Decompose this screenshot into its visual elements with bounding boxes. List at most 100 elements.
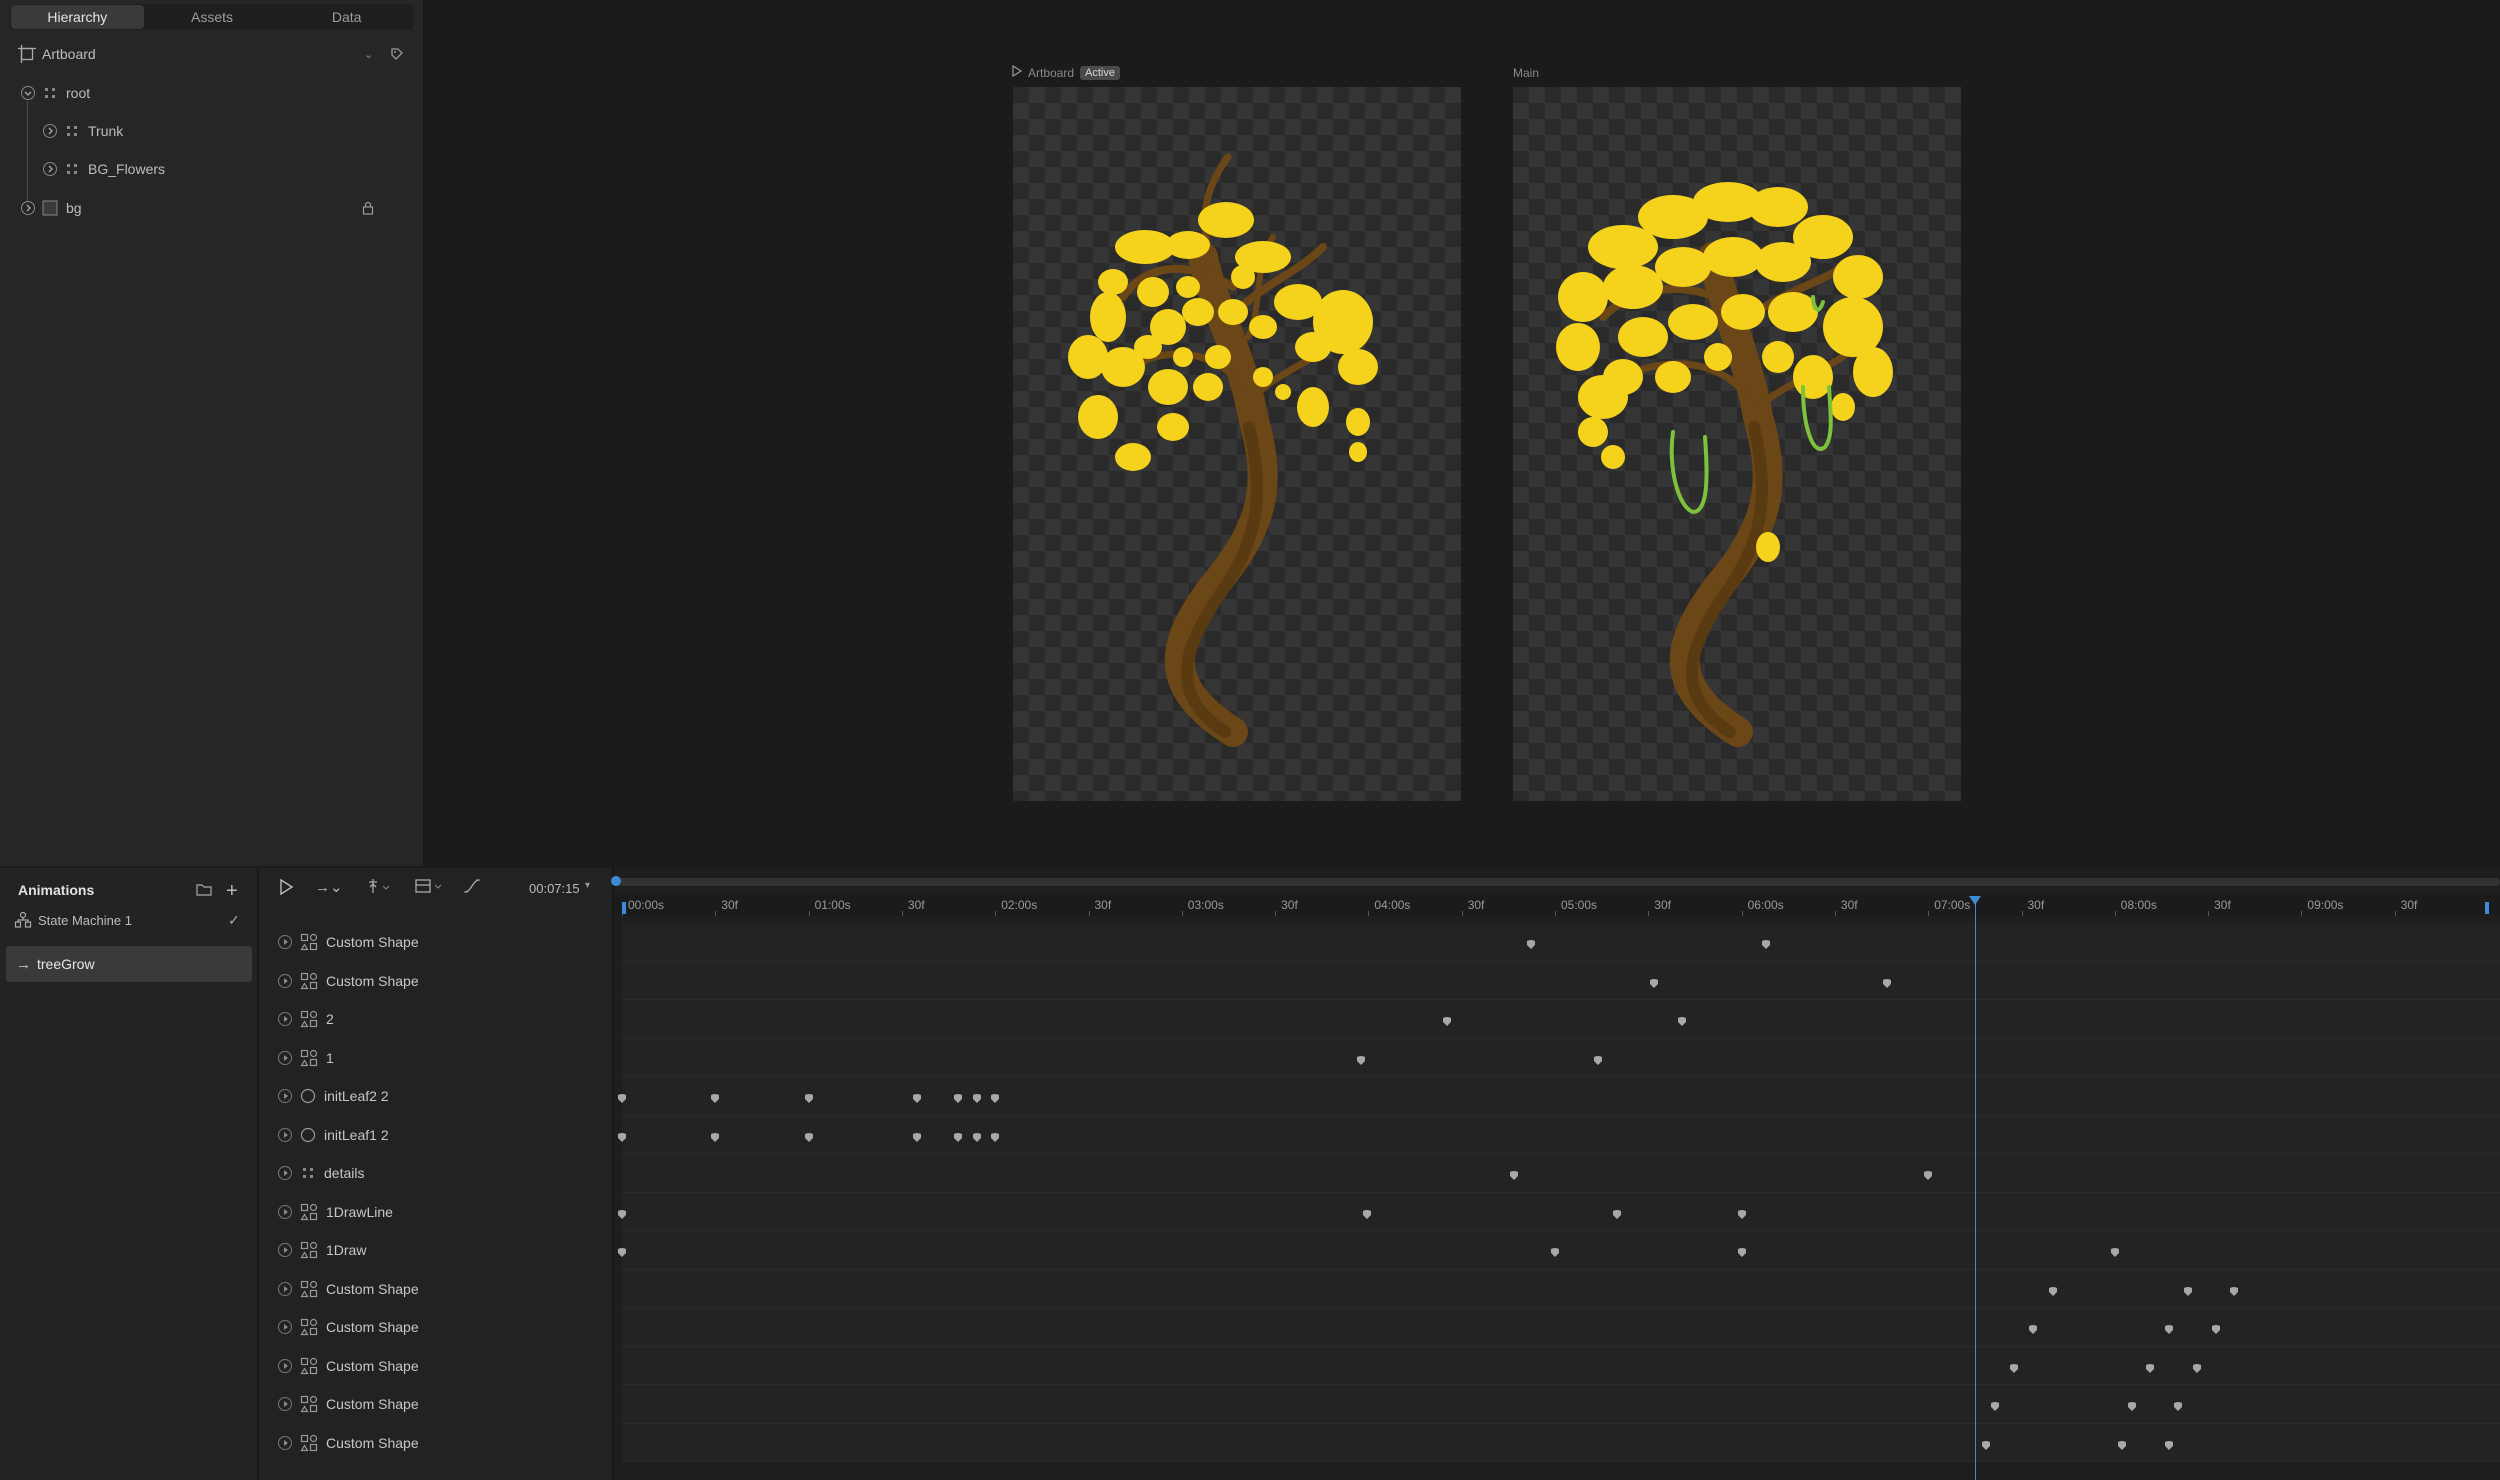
- keyframe[interactable]: [1442, 1014, 1452, 1026]
- time-ruler[interactable]: 00:00s 30f 01:00s 30f 02:00s 30f 03:00s 30f 04:0…: [614, 894, 2500, 916]
- keyframe[interactable]: [1550, 1245, 1560, 1257]
- layer-row[interactable]: Custom Shape: [259, 1385, 613, 1424]
- keyframe-track[interactable]: [622, 1000, 2500, 1039]
- expand-toggle-icon[interactable]: [278, 1204, 292, 1219]
- expand-toggle-icon[interactable]: [278, 1166, 292, 1181]
- collapse-toggle-icon[interactable]: [20, 85, 36, 101]
- keyframe[interactable]: [710, 1130, 720, 1142]
- keyframe[interactable]: [1526, 937, 1536, 949]
- layer-row[interactable]: Custom Shape: [259, 1347, 613, 1386]
- layer-row[interactable]: Custom Shape: [259, 923, 613, 962]
- layer-row[interactable]: 1Draw: [259, 1231, 613, 1270]
- hierarchy-node-bg[interactable]: bg: [20, 196, 380, 220]
- keyframe-track[interactable]: [622, 1154, 2500, 1193]
- keyframe-track[interactable]: [618, 1192, 2500, 1231]
- keyframe[interactable]: [1677, 1014, 1687, 1026]
- expand-toggle-icon[interactable]: [278, 1127, 292, 1142]
- layer-row[interactable]: Custom Shape: [259, 1308, 613, 1347]
- keyframe[interactable]: [972, 1091, 982, 1103]
- artboard-row[interactable]: Artboard ⌄: [18, 42, 418, 66]
- artboard-title-1[interactable]: Artboard Active: [1012, 64, 1120, 80]
- keyframe-track[interactable]: [618, 1231, 2500, 1270]
- keyframe[interactable]: [990, 1130, 1000, 1142]
- layer-row[interactable]: 1DrawLine: [259, 1193, 613, 1232]
- play-icon[interactable]: [279, 879, 293, 895]
- keyframe[interactable]: [2164, 1322, 2174, 1334]
- hierarchy-node-trunk[interactable]: Trunk: [42, 119, 123, 143]
- artboard-preview-2[interactable]: [1513, 87, 1961, 801]
- expand-toggle-icon[interactable]: [278, 1320, 292, 1335]
- stage-canvas[interactable]: Artboard Active Main: [425, 0, 2500, 866]
- layer-row[interactable]: Custom Shape: [259, 1424, 613, 1463]
- keyframe-track[interactable]: [622, 1308, 2500, 1347]
- add-animation-icon[interactable]: +: [226, 880, 238, 903]
- expand-toggle-icon[interactable]: [278, 1050, 292, 1065]
- keyframe[interactable]: [2173, 1399, 2183, 1411]
- loop-mode-icon[interactable]: →⌄: [315, 878, 343, 896]
- expand-toggle-icon[interactable]: [278, 935, 292, 950]
- keyframe[interactable]: [972, 1130, 982, 1142]
- keyframe[interactable]: [990, 1091, 1000, 1103]
- keyframe[interactable]: [2028, 1322, 2038, 1334]
- keyframe[interactable]: [804, 1130, 814, 1142]
- keyframe[interactable]: [1882, 976, 1892, 988]
- tab-data[interactable]: Data: [280, 5, 413, 29]
- expand-toggle-icon[interactable]: [278, 1281, 292, 1296]
- keyframe-track[interactable]: [622, 1423, 2500, 1462]
- keyframe-track[interactable]: [622, 1038, 2500, 1077]
- tab-hierarchy[interactable]: Hierarchy: [11, 5, 144, 29]
- keyframe-track[interactable]: [622, 1385, 2500, 1424]
- snap-icon[interactable]: [367, 878, 391, 894]
- layer-row[interactable]: Custom Shape: [259, 962, 613, 1001]
- expand-toggle-icon[interactable]: [278, 1012, 292, 1027]
- layer-row[interactable]: initLeaf2 2: [259, 1077, 613, 1116]
- expand-toggle-icon[interactable]: [278, 1435, 292, 1450]
- chevron-down-icon[interactable]: ⌄: [364, 48, 373, 61]
- tag-icon[interactable]: [390, 47, 404, 61]
- layer-row[interactable]: details: [259, 1154, 613, 1193]
- expand-toggle-icon[interactable]: [278, 1089, 292, 1104]
- chevron-down-icon[interactable]: ▾: [585, 880, 590, 891]
- state-machine-item[interactable]: State Machine 1 ✓: [14, 908, 252, 932]
- keyframe[interactable]: [617, 1091, 627, 1103]
- playhead-handle[interactable]: [1968, 896, 1981, 905]
- keyframe[interactable]: [912, 1091, 922, 1103]
- expand-toggle-icon[interactable]: [278, 973, 292, 988]
- animation-item-selected[interactable]: → treeGrow: [6, 946, 252, 982]
- keyframe[interactable]: [1923, 1168, 1933, 1180]
- keyframe-track[interactable]: [622, 923, 2500, 962]
- keyframe[interactable]: [1737, 1245, 1747, 1257]
- keyframe[interactable]: [953, 1091, 963, 1103]
- expand-toggle-icon[interactable]: [42, 123, 58, 139]
- keyframe[interactable]: [2229, 1284, 2239, 1296]
- keyframe[interactable]: [1761, 937, 1771, 949]
- play-icon[interactable]: [1012, 64, 1023, 80]
- artboard-preview-1[interactable]: [1013, 87, 1461, 801]
- keyframe[interactable]: [2127, 1399, 2137, 1411]
- keyframe[interactable]: [2117, 1438, 2127, 1450]
- keyframe[interactable]: [617, 1245, 627, 1257]
- keyframe[interactable]: [912, 1130, 922, 1142]
- folder-icon[interactable]: [196, 882, 212, 896]
- keyframe[interactable]: [2145, 1361, 2155, 1373]
- hierarchy-node-root[interactable]: root: [20, 81, 90, 105]
- layout-icon[interactable]: [415, 878, 443, 894]
- keyframe[interactable]: [2009, 1361, 2019, 1373]
- time-display[interactable]: 00:07:15: [529, 881, 580, 896]
- keyframe-track[interactable]: [622, 1346, 2500, 1385]
- expand-toggle-icon[interactable]: [278, 1243, 292, 1258]
- keyframe-track[interactable]: [618, 1115, 2500, 1154]
- layer-row[interactable]: 1: [259, 1039, 613, 1078]
- artboard-title-2[interactable]: Main: [1513, 66, 1539, 80]
- hierarchy-node-bg-flowers[interactable]: BG_Flowers: [42, 157, 165, 181]
- keyframe[interactable]: [1362, 1207, 1372, 1219]
- keyframe[interactable]: [2211, 1322, 2221, 1334]
- work-area-end-marker[interactable]: [2485, 902, 2489, 914]
- keyframe[interactable]: [2164, 1438, 2174, 1450]
- keyframe[interactable]: [1737, 1207, 1747, 1219]
- keyframe[interactable]: [2048, 1284, 2058, 1296]
- keyframe[interactable]: [1509, 1168, 1519, 1180]
- expand-toggle-icon[interactable]: [20, 200, 36, 216]
- keyframe[interactable]: [804, 1091, 814, 1103]
- keyframe[interactable]: [1612, 1207, 1622, 1219]
